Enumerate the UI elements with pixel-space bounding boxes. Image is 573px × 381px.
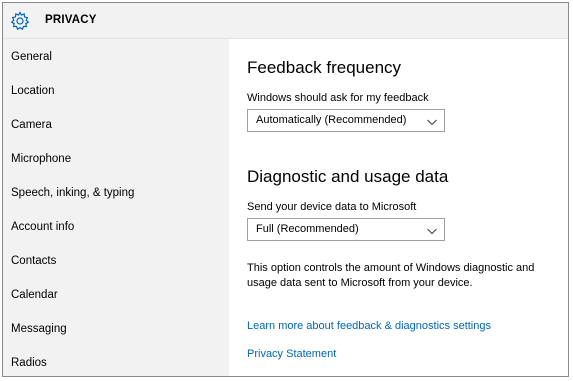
chevron-down-icon [426,224,438,236]
main-content: Feedback frequency Windows should ask fo… [229,39,568,376]
privacy-statement-link[interactable]: Privacy Statement [247,348,336,360]
diagnostic-description: This option controls the amount of Windo… [247,262,535,289]
sidebar-item-location[interactable]: Location [11,85,54,97]
sidebar-item-camera[interactable]: Camera [11,119,52,131]
sidebar-item-account-info[interactable]: Account info [11,221,74,233]
chevron-down-icon [426,115,438,127]
sidebar-item-contacts[interactable]: Contacts [11,255,56,267]
feedback-frequency-heading: Feedback frequency [247,58,402,77]
sidebar-item-calendar[interactable]: Calendar [11,289,58,301]
diagnostic-dropdown[interactable]: Full (Recommended) [247,218,445,241]
title-bar: PRIVACY [3,3,568,39]
sidebar-item-general[interactable]: General [11,51,52,63]
sidebar-item-messaging[interactable]: Messaging [11,323,67,335]
settings-window: PRIVACY General Location Camera Micropho… [2,2,569,377]
page-title: PRIVACY [45,14,97,26]
learn-more-link[interactable]: Learn more about feedback & diagnostics … [247,320,491,332]
feedback-frequency-value: Automatically (Recommended) [256,114,407,126]
gear-icon [10,11,30,31]
feedback-frequency-dropdown[interactable]: Automatically (Recommended) [247,109,445,132]
sidebar-item-speech[interactable]: Speech, inking, & typing [11,187,134,199]
sidebar-item-radios[interactable]: Radios [11,357,47,369]
feedback-frequency-label: Windows should ask for my feedback [247,92,429,104]
diagnostic-heading: Diagnostic and usage data [247,167,449,186]
sidebar-item-microphone[interactable]: Microphone [11,153,71,165]
diagnostic-label: Send your device data to Microsoft [247,201,417,213]
sidebar: General Location Camera Microphone Speec… [3,39,229,376]
diagnostic-value: Full (Recommended) [256,223,359,235]
